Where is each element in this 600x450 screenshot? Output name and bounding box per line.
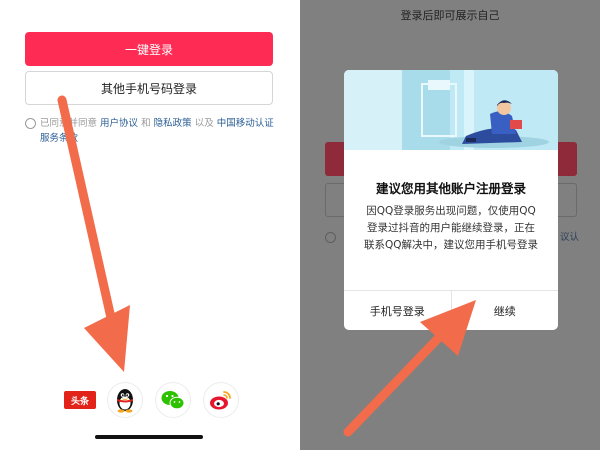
login-screen: 一键登录 其他手机号码登录 已同意并同意 用户协议 和 隐私政策 以及 中国移动…	[0, 0, 300, 450]
dimmed-login-screen: 登录后即可展示自己 议认 建议您用其他账户注册登录 因QQ登录服务出现问题，仅使…	[300, 0, 600, 450]
annotation-arrow-left	[57, 95, 130, 372]
annotation-arrow-right	[343, 300, 476, 437]
